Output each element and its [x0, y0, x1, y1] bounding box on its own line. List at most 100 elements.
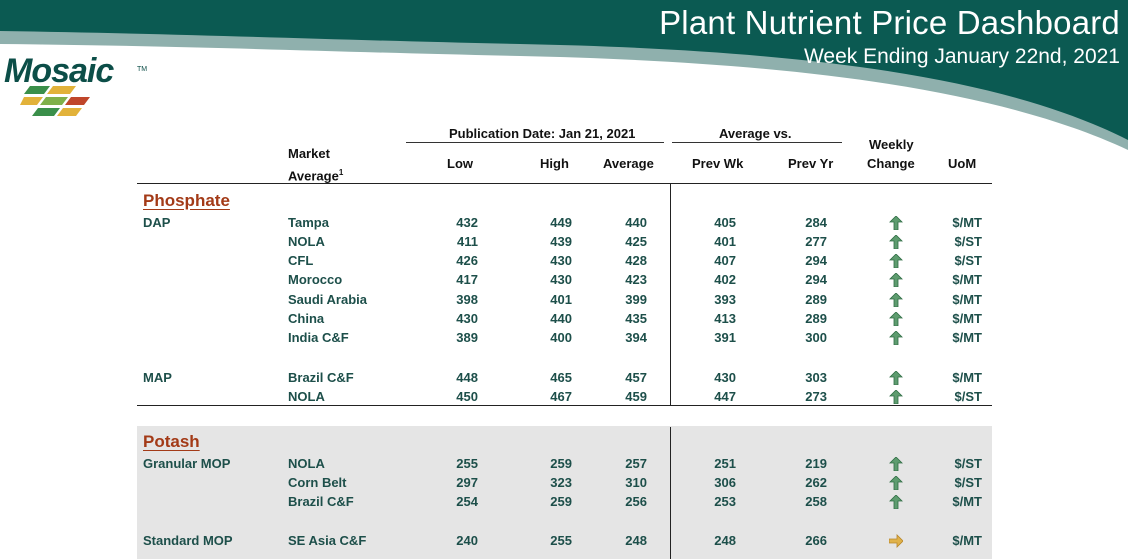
product-label-map: MAP	[143, 370, 172, 385]
cell-avg: 440	[625, 215, 647, 230]
cell-high: 259	[550, 456, 572, 471]
cell-prev-yr: 219	[805, 456, 827, 471]
product-label-granular-mop: Granular MOP	[143, 456, 231, 471]
cell-uom: $/MT	[952, 272, 982, 287]
col-uom-header: UoM	[948, 156, 977, 171]
cell-avg: 310	[625, 475, 647, 490]
cell-avg: 257	[625, 456, 647, 471]
cell-low: 398	[456, 292, 478, 307]
cell-low: 417	[456, 272, 478, 287]
cell-prev-wk: 306	[714, 475, 736, 490]
col-change-header: Change	[867, 156, 915, 171]
cell-high: 400	[550, 330, 572, 345]
cell-market: Brazil C&F	[288, 370, 354, 385]
cell-market: NOLA	[288, 456, 325, 471]
cell-prev-yr: 294	[805, 272, 827, 287]
cell-prev-wk: 413	[714, 311, 736, 326]
cell-prev-wk: 401	[714, 234, 736, 249]
cell-market: Tampa	[288, 215, 329, 230]
cell-market: NOLA	[288, 389, 325, 404]
cell-prev-wk: 402	[714, 272, 736, 287]
up-arrow-icon	[889, 273, 903, 287]
cell-low: 389	[456, 330, 478, 345]
cell-uom: $/MT	[952, 330, 982, 345]
up-arrow-icon	[889, 476, 903, 490]
cell-avg: 457	[625, 370, 647, 385]
col-high-header: High	[540, 156, 569, 171]
footnote-marker: 1	[338, 168, 344, 177]
cell-avg: 399	[625, 292, 647, 307]
dashboard-title: Plant Nutrient Price Dashboard	[659, 4, 1120, 41]
cell-prev-yr: 262	[805, 475, 827, 490]
up-arrow-icon	[889, 254, 903, 268]
pub-date-underline	[406, 142, 664, 143]
cell-prev-yr: 289	[805, 292, 827, 307]
phosphate-bottom-rule	[137, 405, 992, 406]
product-label-standard-mop: Standard MOP	[143, 533, 233, 548]
cell-uom: $/MT	[952, 292, 982, 307]
col-average-word: Average	[288, 168, 339, 184]
up-arrow-icon	[889, 293, 903, 307]
cell-high: 440	[550, 311, 572, 326]
cell-avg: 248	[625, 533, 647, 548]
cell-market: NOLA	[288, 234, 325, 249]
col-avg-header: Average	[603, 156, 654, 171]
cell-uom: $/MT	[952, 311, 982, 326]
cell-prev-wk: 447	[714, 389, 736, 404]
up-arrow-icon	[889, 371, 903, 385]
cell-low: 297	[456, 475, 478, 490]
cell-high: 259	[550, 494, 572, 509]
cell-market: Brazil C&F	[288, 494, 354, 509]
cell-prev-wk: 430	[714, 370, 736, 385]
cell-low: 426	[456, 253, 478, 268]
cell-low: 432	[456, 215, 478, 230]
cell-prev-yr: 266	[805, 533, 827, 548]
up-arrow-icon	[889, 495, 903, 509]
cell-high: 465	[550, 370, 572, 385]
pub-date-label: Publication Date: Jan 21, 2021	[449, 126, 636, 141]
up-arrow-icon	[889, 235, 903, 249]
cell-prev-wk: 253	[714, 494, 736, 509]
cell-uom: $/MT	[952, 494, 982, 509]
cell-avg: 423	[625, 272, 647, 287]
avg-vs-label: Average vs.	[719, 126, 792, 141]
up-arrow-icon	[889, 216, 903, 230]
col-prev-wk-header: Prev Wk	[692, 156, 744, 171]
cell-high: 467	[550, 389, 572, 404]
cell-market: China	[288, 311, 325, 326]
header-bottom-rule	[137, 183, 992, 184]
cell-high: 401	[550, 292, 572, 307]
cell-uom: $/ST	[954, 475, 982, 490]
cell-low: 450	[456, 389, 478, 404]
cell-prev-yr: 294	[805, 253, 827, 268]
cell-uom: $/ST	[954, 389, 982, 404]
cell-high: 439	[550, 234, 572, 249]
cell-market: Corn Belt	[288, 475, 347, 490]
cell-uom: $/ST	[954, 253, 982, 268]
cell-prev-yr: 303	[805, 370, 827, 385]
cell-prev-wk: 405	[714, 215, 736, 230]
cell-avg: 459	[625, 389, 647, 404]
cell-uom: $/MT	[952, 215, 982, 230]
mosaic-logo: Mosaic TM	[4, 52, 154, 120]
cell-prev-yr: 277	[805, 234, 827, 249]
cell-prev-yr: 258	[805, 494, 827, 509]
cell-prev-wk: 251	[714, 456, 736, 471]
cell-market: India C&F	[288, 330, 349, 345]
cell-market: SE Asia C&F	[288, 533, 367, 548]
cell-high: 449	[550, 215, 572, 230]
logo-tiles-icon	[20, 86, 90, 116]
cell-avg: 425	[625, 234, 647, 249]
cell-high: 430	[550, 272, 572, 287]
cell-avg: 394	[625, 330, 647, 345]
cell-avg: 428	[625, 253, 647, 268]
cell-market: Morocco	[288, 272, 343, 287]
cell-low: 240	[456, 533, 478, 548]
section-title-phosphate: Phosphate	[143, 191, 230, 210]
up-arrow-icon	[889, 331, 903, 345]
cell-prev-wk: 248	[714, 533, 736, 548]
cell-low: 255	[456, 456, 478, 471]
cell-prev-wk: 393	[714, 292, 736, 307]
cell-prev-wk: 391	[714, 330, 736, 345]
cell-low: 448	[456, 370, 478, 385]
